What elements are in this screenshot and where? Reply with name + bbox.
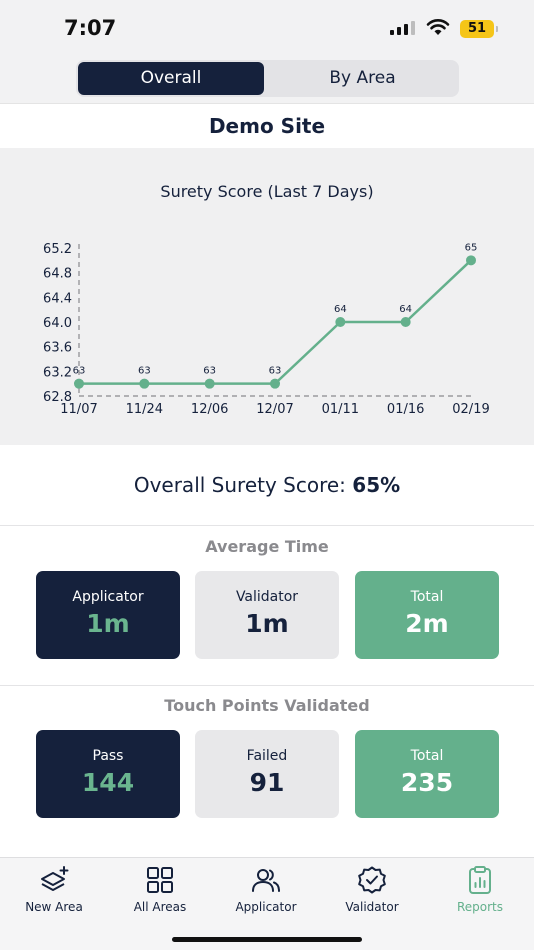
card-label: Applicator [72,589,144,605]
card-value: 2m [405,609,449,638]
layers-plus-icon [41,866,69,891]
data-label: 63 [203,366,216,377]
data-label: 63 [73,366,86,377]
tab-label: Reports [456,900,504,914]
data-point [204,378,215,389]
x-tick-label: 12/06 [191,402,228,417]
applicator-time-card: Applicator 1m [36,571,180,659]
card-value: 1m [86,609,130,638]
x-tick-label: 11/24 [126,402,163,417]
data-point [270,378,280,389]
y-tick-label: 65.2 [43,242,72,257]
tab-label: All Areas [133,900,187,914]
card-value: 144 [81,768,135,797]
clipboard-chart-icon [469,866,491,894]
overall-score-value: 65% [352,473,401,497]
overall-score: Overall Surety Score: 65% [0,473,534,497]
tab-all-areas[interactable]: All Areas [110,866,210,914]
card-label: Failed [246,748,288,764]
view-toggle: Overall By Area [76,60,459,97]
validator-time-card: Validator 1m [195,571,339,659]
data-label: 64 [399,304,412,315]
battery-icon: 51 [460,20,498,38]
x-tick-label: 12/07 [256,402,293,417]
data-label: 63 [269,366,282,377]
overall-score-label: Overall Surety Score: [133,473,346,497]
divider [0,685,534,686]
data-point [466,255,476,266]
total-time-card: Total 2m [355,571,499,659]
data-point [335,317,346,327]
tab-applicator[interactable]: Applicator [216,866,316,914]
touch-points-title: Touch Points Validated [164,696,370,715]
tab-label: New Area [25,900,83,914]
tab-reports[interactable]: Reports [430,866,530,914]
card-label: Total [410,589,444,605]
data-label: 63 [138,366,151,377]
site-title: Demo Site [208,114,326,138]
data-point [139,378,150,389]
wifi-icon [426,19,450,35]
tab-label: Applicator [235,900,297,914]
surety-score-chart: Surety Score (Last 7 Days) 65.2 64.8 64.4 6… [0,148,534,445]
segment-by-area[interactable]: By Area [268,62,457,95]
card-value: 1m [245,609,289,638]
tab-validator[interactable]: Validator [322,866,422,914]
tab-label: Validator [345,900,399,914]
tab-bar: New Area All Areas Applicator Validator [0,857,534,950]
y-tick-label: 64.8 [43,267,72,282]
status-time: 7:07 [64,16,117,40]
data-label: 64 [334,304,347,315]
card-label: Validator [235,589,299,605]
data-point [74,378,84,389]
summary-panel: Overall Surety Score: 65% Average Time A… [0,445,534,857]
failed-card: Failed 91 [195,730,339,818]
data-label: 65 [465,242,478,253]
tab-new-area[interactable]: New Area [4,866,104,914]
y-tick-label: 64.4 [43,291,72,306]
status-bar: 7:07 51 [0,0,534,56]
card-label: Total [410,748,444,764]
line-chart: 65.264.864.464.063.663.262.811/07 11/24 12… [43,242,490,417]
users-icon [252,869,280,892]
cellular-signal-icon [390,21,415,35]
x-tick-label: 02/19 [452,402,489,417]
x-tick-label: 01/11 [322,402,359,417]
divider [0,525,534,526]
y-tick-label: 64.0 [43,316,72,331]
segment-overall[interactable]: Overall [78,62,264,95]
pass-card: Pass 144 [36,730,180,818]
y-tick-label: 63.2 [43,365,72,380]
total-touch-points-card: Total 235 [355,730,499,818]
card-label: Pass [92,748,124,764]
y-tick-label: 63.6 [43,341,72,356]
home-indicator [172,937,362,942]
grid-icon [147,867,173,893]
site-title-bar: Demo Site [0,103,534,148]
card-value: 91 [249,768,285,797]
x-tick-label: 01/16 [387,402,424,417]
data-point [400,317,411,327]
badge-check-icon [358,866,386,894]
battery-level: 51 [467,21,487,36]
average-time-title: Average Time [205,537,329,556]
x-tick-label: 11/07 [60,402,97,417]
card-value: 235 [400,768,454,797]
